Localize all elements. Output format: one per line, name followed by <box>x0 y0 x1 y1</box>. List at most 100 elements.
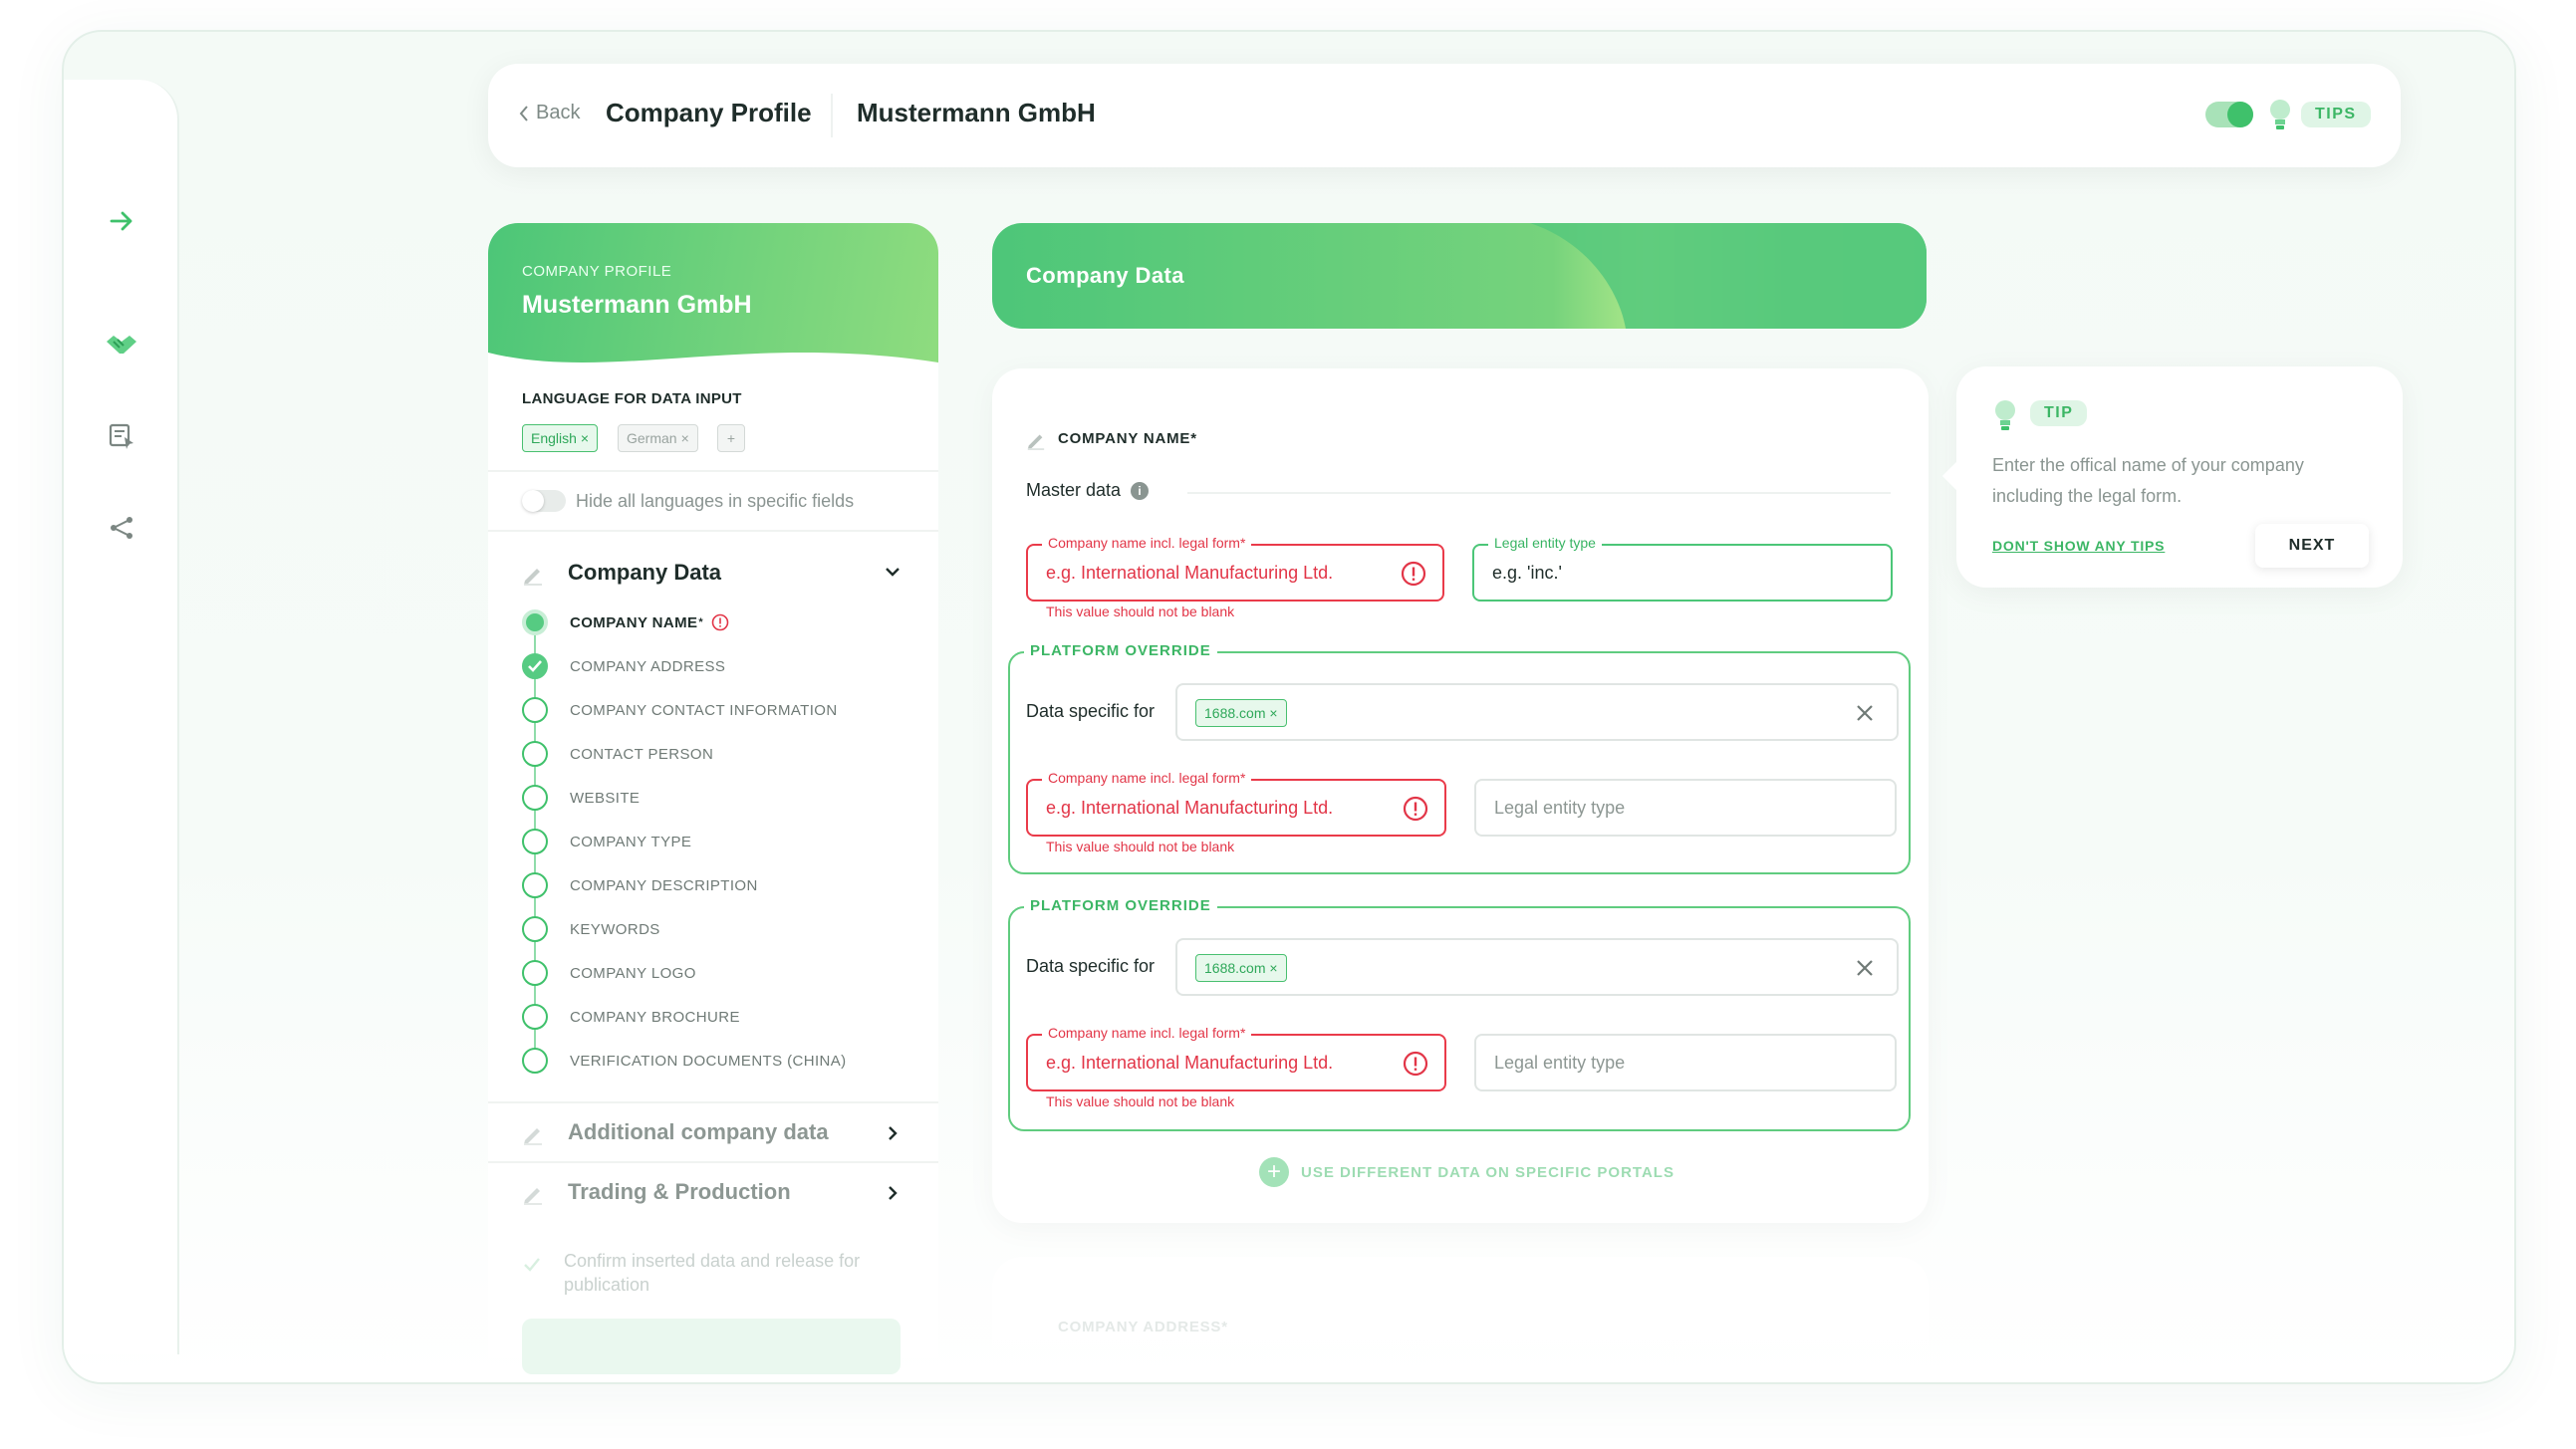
step-label: CONTACT PERSON <box>570 745 714 763</box>
portal-chip-label: 1688.com <box>1204 705 1266 721</box>
pencil-icon <box>524 1188 542 1205</box>
info-icon[interactable]: i <box>1131 481 1150 500</box>
company-name-card: COMPANY NAME* Master data i Company name… <box>992 368 1929 1223</box>
next-tip-button[interactable]: NEXT <box>2255 524 2369 568</box>
override-legend: PLATFORM OVERRIDE <box>1024 642 1217 659</box>
language-chip-english[interactable]: English × <box>522 424 599 452</box>
legal-entity-input[interactable]: Legal entity type <box>1474 1034 1897 1091</box>
banner-title: Company Data <box>1026 263 1184 288</box>
legal-entity-input[interactable]: Legal entity type <box>1474 779 1897 837</box>
language-chip-german[interactable]: German × <box>618 424 698 452</box>
step-contact-person[interactable]: CONTACT PERSON <box>522 741 713 767</box>
step-company-type[interactable]: COMPANY TYPE <box>522 829 691 854</box>
step-label: COMPANY NAME <box>570 613 698 631</box>
field-title: COMPANY NAME* <box>1058 430 1197 447</box>
step-contact-info[interactable]: COMPANY CONTACT INFORMATION <box>522 697 838 723</box>
remove-icon[interactable]: × <box>581 430 589 446</box>
back-label: Back <box>536 102 581 123</box>
share-icon[interactable] <box>100 506 143 550</box>
pencil-icon <box>1027 434 1045 450</box>
input-placeholder: e.g. International Manufacturing Ltd. <box>1046 798 1334 818</box>
section-trading-production[interactable]: Trading & Production <box>568 1179 791 1205</box>
add-language-button[interactable]: + <box>717 424 745 452</box>
error-message: This value should not be blank <box>1046 604 1235 619</box>
confirm-button[interactable] <box>522 1319 901 1374</box>
pencil-icon <box>524 569 542 586</box>
step-company-name[interactable]: COMPANY NAME * <box>522 609 729 635</box>
company-name-input[interactable]: Company name incl. legal form* e.g. Inte… <box>1026 770 1446 837</box>
portal-select[interactable]: 1688.com × <box>1175 938 1899 996</box>
company-address-card: COMPANY ADDRESS* <box>992 1257 1929 1376</box>
step-empty-icon <box>522 785 548 811</box>
step-keywords[interactable]: KEYWORDS <box>522 916 660 942</box>
portal-chip[interactable]: 1688.com × <box>1195 699 1287 727</box>
step-company-description[interactable]: COMPANY DESCRIPTION <box>522 872 758 898</box>
dont-show-tips-link[interactable]: DON'T SHOW ANY TIPS <box>1992 538 2165 554</box>
step-company-address[interactable]: COMPANY ADDRESS <box>522 653 725 679</box>
remove-icon[interactable]: × <box>1265 960 1277 976</box>
required-mark: * <box>698 616 703 628</box>
check-icon <box>522 653 548 679</box>
tip-text: Enter the offical name of your company i… <box>1992 455 2304 506</box>
page-title: Company Profile <box>606 98 812 127</box>
divider <box>488 530 938 532</box>
section-company-data[interactable]: Company Data <box>568 560 721 586</box>
error-icon <box>711 613 729 631</box>
tip-badge: TIP <box>2030 400 2088 426</box>
language-chip-label: English <box>531 430 577 446</box>
language-chip-label: German <box>627 430 677 446</box>
tips-toggle[interactable] <box>2205 102 2253 127</box>
arrow-right-icon[interactable] <box>100 199 143 243</box>
plus-icon: + <box>1259 1157 1289 1187</box>
step-label: COMPANY LOGO <box>570 964 696 982</box>
input-legend: Company name incl. legal form* <box>1042 535 1252 551</box>
input-legend: Company name incl. legal form* <box>1042 770 1252 786</box>
section-additional-company-data[interactable]: Additional company data <box>568 1119 829 1145</box>
tips-badge[interactable]: TIPS <box>2301 102 2371 127</box>
close-icon[interactable] <box>1853 701 1877 725</box>
chevron-down-icon[interactable] <box>883 562 902 582</box>
company-name-input[interactable]: Company name incl. legal form* e.g. Inte… <box>1026 1025 1446 1091</box>
chevron-right-icon[interactable] <box>883 1183 902 1203</box>
chevron-right-icon[interactable] <box>883 1123 902 1143</box>
lightbulb-icon <box>2270 100 2290 129</box>
banner-decoration <box>1530 223 1927 329</box>
company-name-input[interactable]: Company name incl. legal form* e.g. Inte… <box>1026 535 1444 602</box>
field-title: COMPANY ADDRESS* <box>1058 1319 1228 1335</box>
step-empty-icon <box>522 1048 548 1074</box>
step-website[interactable]: WEBSITE <box>522 785 640 811</box>
portal-chip[interactable]: 1688.com × <box>1195 954 1287 982</box>
handshake-icon[interactable] <box>100 323 143 366</box>
error-icon <box>1401 561 1426 587</box>
step-label: COMPANY DESCRIPTION <box>570 876 758 894</box>
portal-select[interactable]: 1688.com × <box>1175 683 1899 741</box>
error-icon <box>1403 1051 1428 1077</box>
legal-entity-input[interactable]: Legal entity type e.g. 'inc.' <box>1472 535 1893 602</box>
add-portal-label: USE DIFFERENT DATA ON SPECIFIC PORTALS <box>1301 1163 1674 1181</box>
platform-override: PLATFORM OVERRIDE Data specific for 1688… <box>1008 642 1911 874</box>
wave-decoration <box>488 353 938 372</box>
back-link[interactable]: Back <box>518 102 580 124</box>
step-company-brochure[interactable]: COMPANY BROCHURE <box>522 1004 740 1030</box>
add-portal-override-button[interactable]: + USE DIFFERENT DATA ON SPECIFIC PORTALS <box>1259 1157 1674 1187</box>
step-empty-icon <box>522 916 548 942</box>
lightbulb-icon <box>1995 400 2015 430</box>
error-message: This value should not be blank <box>1046 1093 1235 1109</box>
close-icon[interactable] <box>1853 956 1877 980</box>
data-specific-label: Data specific for <box>1026 956 1156 976</box>
divider <box>488 1161 938 1163</box>
hide-languages-toggle[interactable] <box>522 490 566 512</box>
remove-icon[interactable]: × <box>681 430 689 446</box>
sidebar-company-name: Mustermann GmbH <box>522 291 752 319</box>
step-label: COMPANY BROCHURE <box>570 1008 740 1026</box>
form-cursor-icon[interactable] <box>100 414 143 458</box>
portal-chip-label: 1688.com <box>1204 960 1266 976</box>
input-placeholder: Legal entity type <box>1494 798 1626 818</box>
pencil-icon <box>524 1128 542 1145</box>
input-placeholder: e.g. International Manufacturing Ltd. <box>1046 563 1334 583</box>
step-verification-documents[interactable]: VERIFICATION DOCUMENTS (CHINA) <box>522 1048 847 1074</box>
language-label: LANGUAGE FOR DATA INPUT <box>522 390 742 407</box>
step-company-logo[interactable]: COMPANY LOGO <box>522 960 696 986</box>
chevron-left-icon <box>519 105 528 121</box>
remove-icon[interactable]: × <box>1265 705 1277 721</box>
